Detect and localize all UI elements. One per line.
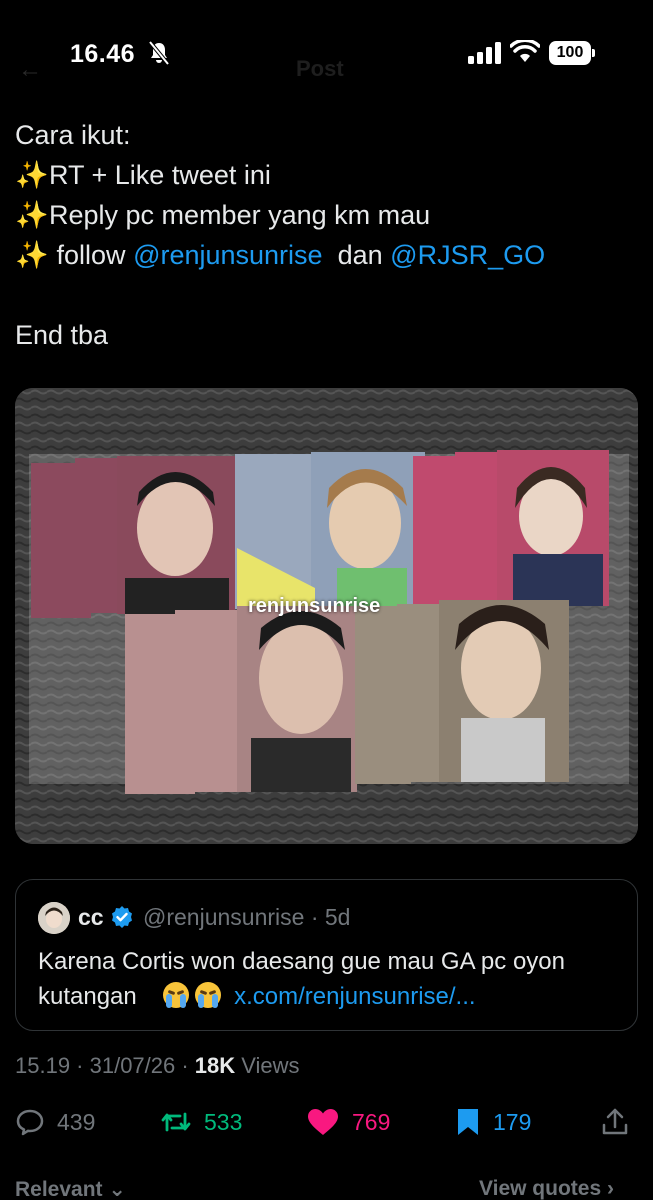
quote-handle-time: @renjunsunrise · 5d: [143, 904, 351, 930]
status-time: 16.46: [70, 40, 136, 68]
quote-author-name[interactable]: cc: [78, 904, 104, 931]
quote-tweet[interactable]: cc @renjunsunrise · 5d Karena Cortis won…: [15, 879, 638, 1031]
photo-watermark: renjunsunrise: [248, 595, 381, 617]
bell-off-icon: [148, 40, 170, 66]
share-button[interactable]: [600, 1104, 642, 1140]
battery-level: 100: [549, 41, 591, 65]
quote-text-word: kutangan: [38, 983, 137, 1010]
quote-text-line: kutangan x.com/renjunsunrise/...: [38, 979, 628, 1014]
page-title: Post: [296, 56, 344, 81]
views-label: Views: [235, 1053, 300, 1078]
sparkles-emoji: ✨: [15, 160, 49, 190]
quote-text-line: Karena Cortis won daesang gue mau GA pc …: [38, 948, 565, 975]
tweet-line: ✨ follow @renjunsunrise dan @RJSR_GO: [15, 235, 635, 275]
quote-text: Karena Cortis won daesang gue mau GA pc …: [38, 944, 628, 1014]
cellular-signal-icon: [468, 42, 501, 64]
tweet-photo[interactable]: renjunsunrise: [15, 388, 638, 844]
views-count: 18K: [194, 1053, 236, 1078]
reply-button[interactable]: 439: [15, 1104, 95, 1140]
tweet-line-text: RT + Like tweet ini: [49, 160, 271, 190]
bookmark-count: 179: [493, 1108, 532, 1135]
like-button[interactable]: 769: [306, 1104, 390, 1140]
battery-tip: [592, 49, 595, 57]
tweet-line: ✨RT + Like tweet ini: [15, 155, 635, 195]
heart-icon: [308, 1109, 338, 1135]
bookmark-button[interactable]: 179: [455, 1104, 531, 1140]
tweet-line-text: dan: [337, 240, 383, 270]
tweet-line-text: Reply pc member yang km mau: [49, 200, 431, 230]
avatar[interactable]: [38, 902, 70, 934]
bookmark-icon: [458, 1109, 478, 1135]
verified-badge-icon: [112, 906, 132, 928]
reply-count: 439: [57, 1108, 96, 1135]
mention-link[interactable]: @renjunsunrise: [133, 240, 323, 270]
reply-icon: [16, 1109, 44, 1136]
tweet-meta: 15.19 · 31/07/26 · 18K Views: [15, 1053, 300, 1079]
mention-link[interactable]: @RJSR_GO: [390, 240, 545, 270]
avatar-image: [38, 902, 70, 934]
sparkles-emoji: ✨: [15, 200, 49, 230]
sparkles-emoji: ✨: [15, 240, 49, 270]
tweet-line: Cara ikut:: [15, 120, 131, 150]
battery-indicator: 100: [549, 41, 595, 65]
repost-count: 533: [204, 1108, 243, 1135]
share-icon: [602, 1108, 628, 1135]
tweet-line: End tba: [15, 320, 109, 350]
quote-link[interactable]: x.com/renjunsunrise/...: [234, 983, 475, 1010]
crying-face-emoji: [163, 982, 190, 1008]
back-arrow-icon[interactable]: ←: [18, 56, 42, 84]
status-bar: ← Post 16.46 100: [0, 0, 653, 100]
view-quotes-link[interactable]: View quotes ›: [479, 1177, 614, 1200]
tweet-line-text: follow: [56, 240, 126, 270]
tweet-timestamp: 15.19 · 31/07/26 ·: [15, 1053, 195, 1078]
like-count: 769: [352, 1108, 391, 1135]
tweet-body: Cara ikut: ✨RT + Like tweet ini ✨Reply p…: [15, 115, 635, 355]
sort-replies-dropdown[interactable]: Relevant ⌄: [15, 1177, 126, 1200]
repost-button[interactable]: 533: [160, 1104, 242, 1140]
repost-icon: [161, 1112, 191, 1132]
wifi-icon: [510, 40, 540, 62]
tweet-line: ✨Reply pc member yang km mau: [15, 195, 635, 235]
crying-face-emoji: [195, 982, 222, 1008]
